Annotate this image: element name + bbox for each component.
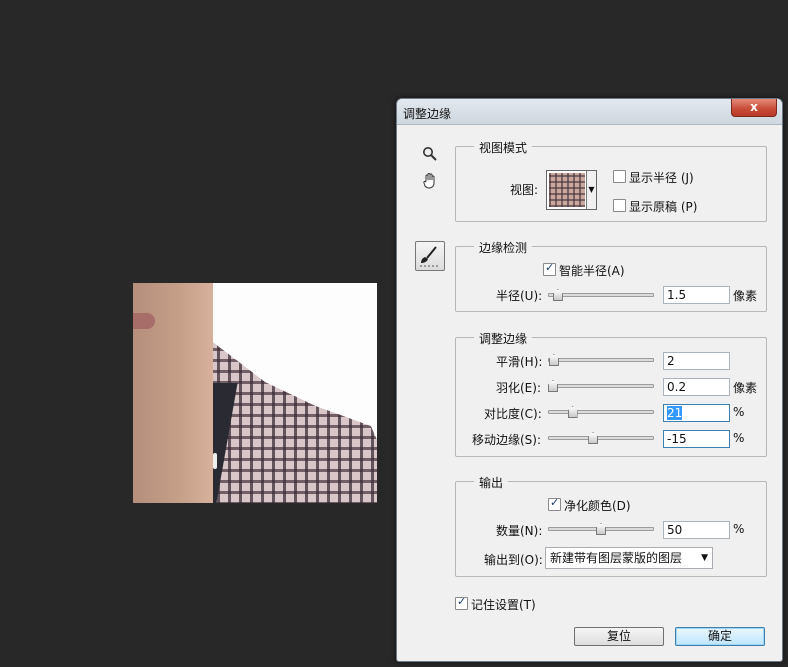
show-original-checkbox[interactable] xyxy=(613,199,626,212)
reset-button[interactable]: 复位 xyxy=(574,627,664,646)
refine-radius-brush-icon[interactable] xyxy=(415,241,445,271)
radius-unit: 像素 xyxy=(733,289,758,303)
output-legend: 输出 xyxy=(474,474,509,491)
contrast-label: 对比度(C): xyxy=(484,407,542,421)
smooth-label: 平滑(H): xyxy=(496,355,543,369)
feather-label: 羽化(E): xyxy=(496,381,541,395)
smooth-slider-track xyxy=(548,358,654,362)
contrast-slider-track xyxy=(548,410,654,414)
decontaminate-colors-checkbox[interactable] xyxy=(548,496,561,511)
photo-face xyxy=(133,283,213,503)
view-mode-group: 视图模式 xyxy=(455,139,767,222)
amount-slider-thumb[interactable] xyxy=(596,523,606,535)
canvas-photo xyxy=(133,283,377,503)
close-button[interactable]: x xyxy=(731,99,777,117)
remember-settings-checkbox[interactable] xyxy=(455,595,468,610)
smart-radius-label: 智能半径(A) xyxy=(559,264,625,278)
chevron-down-icon: ▼ xyxy=(586,171,596,209)
contrast-input[interactable]: 21 xyxy=(663,404,730,422)
remember-settings-label: 记住设置(T) xyxy=(471,598,536,612)
feather-slider-thumb[interactable] xyxy=(547,380,558,392)
smooth-slider-thumb[interactable] xyxy=(548,354,559,366)
view-mode-legend: 视图模式 xyxy=(474,139,533,156)
hand-icon[interactable] xyxy=(419,172,441,194)
radius-label: 半径(U): xyxy=(496,289,543,303)
amount-slider[interactable] xyxy=(548,523,654,535)
radius-input[interactable]: 1.5 xyxy=(663,286,730,304)
zoom-icon[interactable] xyxy=(419,146,441,168)
contrast-slider[interactable] xyxy=(548,406,654,418)
output-to-value: 新建带有图层蒙版的图层 xyxy=(550,551,683,565)
contrast-input-value: 21 xyxy=(667,406,683,420)
dialog-title: 调整边缘 xyxy=(403,107,452,121)
show-radius-checkbox[interactable] xyxy=(613,170,626,183)
shift-edge-slider[interactable] xyxy=(548,432,654,444)
feather-input[interactable]: 0.2 xyxy=(663,378,730,396)
shift-edge-slider-thumb[interactable] xyxy=(588,432,599,444)
chevron-down-icon: ▼ xyxy=(701,553,708,563)
radius-slider-thumb[interactable] xyxy=(552,289,563,301)
contrast-unit: % xyxy=(733,405,745,419)
photo-button xyxy=(213,453,217,469)
smooth-input[interactable]: 2 xyxy=(663,352,730,370)
amount-label: 数量(N): xyxy=(496,524,543,538)
smooth-slider[interactable] xyxy=(548,354,654,366)
show-radius-label: 显示半径 (J) xyxy=(629,171,694,185)
edge-detection-legend: 边缘检测 xyxy=(474,239,533,256)
amount-input[interactable]: 50 xyxy=(663,521,730,539)
radius-slider-track xyxy=(548,293,654,297)
shift-edge-label: 移动边缘(S): xyxy=(472,433,542,447)
smart-radius-checkbox[interactable] xyxy=(543,261,556,276)
shift-edge-unit: % xyxy=(733,431,745,445)
decontaminate-colors-label: 净化颜色(D) xyxy=(564,499,631,513)
contrast-slider-thumb[interactable] xyxy=(567,406,578,418)
dialog-titlebar[interactable]: 调整边缘 x xyxy=(397,99,782,125)
adjust-edge-legend: 调整边缘 xyxy=(474,330,533,347)
view-label: 视图: xyxy=(510,183,539,197)
output-to-select[interactable]: 新建带有图层蒙版的图层 ▼ xyxy=(545,547,713,569)
show-original-label: 显示原稿 (P) xyxy=(629,200,698,214)
amount-unit: % xyxy=(733,522,745,536)
ok-button[interactable]: 确定 xyxy=(675,627,765,646)
shift-edge-slider-track xyxy=(548,436,654,440)
feather-unit: 像素 xyxy=(733,381,758,395)
view-thumbnail-dropdown[interactable]: ▼ xyxy=(546,170,597,210)
view-thumbnail-image xyxy=(549,173,585,207)
feather-slider-track xyxy=(548,384,654,388)
output-to-label: 输出到(O): xyxy=(484,553,543,567)
radius-slider[interactable] xyxy=(548,289,654,301)
feather-slider[interactable] xyxy=(547,380,654,392)
shift-edge-input[interactable]: -15 xyxy=(663,430,730,448)
